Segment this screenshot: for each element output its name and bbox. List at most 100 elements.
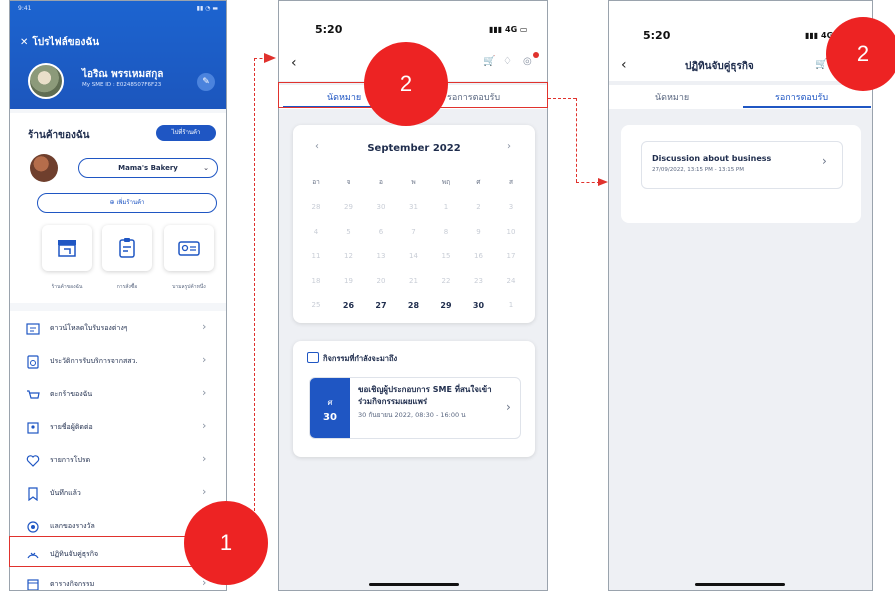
calendar-day: 14 [409, 252, 418, 260]
tab-bar: นัดหมาย รอการตอบรับ [609, 85, 872, 109]
tile-label: บามลรูปค้าหนึ่ง [172, 284, 206, 290]
calendar-day: 21 [409, 276, 418, 285]
profile-screen: 9:41 ▮▮ ◔ ▬ ✕ โปรไฟล์ของฉัน ไอริณ พรรเหมส… [9, 0, 227, 591]
connector-line [576, 98, 577, 182]
calendar-day: 16 [474, 252, 483, 260]
page-title: ✕ โปรไฟล์ของฉัน [20, 35, 99, 50]
calendar-day: 22 [441, 276, 451, 285]
my-shop-tile[interactable] [42, 225, 92, 271]
calendar-day: 1 [443, 203, 449, 211]
menu-item-contacts[interactable]: รายชื่อผู้ติดต่อ › [10, 412, 226, 445]
calendar-day[interactable]: 26 [334, 301, 364, 310]
cart-icon[interactable]: 🛒 [815, 59, 827, 70]
signal-text: 4G [505, 25, 518, 34]
calendar-day: 25 [311, 301, 321, 309]
menu-item-activity-schedule[interactable]: ตารางกิจกรรม › [10, 569, 226, 590]
menu-item-saved[interactable]: บันทึกแล้ว › [10, 478, 226, 511]
orders-tile[interactable] [102, 225, 152, 271]
calendar-day: 7 [411, 227, 416, 236]
activity-calendar-icon [27, 579, 39, 590]
reward-icon [27, 521, 39, 533]
next-month-icon[interactable]: › [507, 141, 511, 152]
event-day-short: ศ [327, 398, 333, 407]
weekday-label: อ [379, 178, 383, 186]
connector-line [254, 58, 255, 511]
chevron-right-icon: › [202, 386, 207, 399]
tab-pending[interactable]: รอการตอบรับ [775, 90, 828, 104]
user-name: ไอริณ พรรเหมสกุล [82, 69, 164, 80]
calendar-day: 6 [378, 227, 384, 236]
shop-select[interactable]: Mama's Bakery ⌄ [78, 158, 218, 178]
event-time: 30 กันยายน 2022, 08:30 - 16:00 น [358, 411, 466, 419]
weekday-label: ส [509, 178, 513, 186]
calendar-day: 4 [313, 227, 319, 236]
menu-item-service-history[interactable]: ประวัติการรับบริการจากสสว. › [10, 346, 226, 379]
chat-icon[interactable]: ◎ [523, 56, 532, 67]
cart-icon [27, 390, 40, 399]
calendar-day: 18 [311, 276, 321, 285]
menu-item-download-certificates[interactable]: ดาวน์โหลดใบรับรองต่างๆ › [10, 313, 226, 346]
event-item[interactable]: ศ 30 ขอเชิญผู้ประกอบการ SME ที่สนใจเข้าร… [309, 377, 521, 439]
page-title-text: โปรไฟล์ของฉัน [32, 37, 100, 48]
calendar-day: 11 [311, 252, 321, 260]
menu-item-cart[interactable]: ตะกร้าของฉัน › [10, 379, 226, 412]
calendar-day: 30 [376, 203, 386, 211]
shop-select-value: Mama's Bakery [118, 164, 178, 172]
calendar-day[interactable]: 30 [464, 301, 494, 310]
chevron-right-icon: › [202, 320, 207, 333]
shop-icon [58, 240, 76, 257]
menu-item-favorites[interactable]: รายการโปรด › [10, 445, 226, 478]
pending-item-title: Discussion about business [652, 154, 772, 163]
callout-1: 1 [184, 501, 268, 585]
pending-item[interactable]: Discussion about business 27/09/2022, 13… [641, 141, 843, 189]
calendar-day: 8 [443, 227, 449, 236]
shop-avatar [30, 154, 58, 182]
status-time: 5:20 [643, 29, 671, 42]
weekday-label: พฤ [441, 178, 451, 186]
avatar[interactable] [28, 63, 64, 99]
business-card-tile[interactable] [164, 225, 214, 271]
calendar-day: 12 [344, 252, 353, 260]
shop-title: ร้านค้าของฉัน [28, 130, 90, 141]
signal-indicator: ▮▮▮ 4G ▭ [489, 25, 528, 34]
arrow-right-icon [264, 53, 276, 63]
tile-label: การสั่งซื้อ [116, 284, 138, 290]
home-indicator [369, 583, 459, 586]
calendar-day: 9 [476, 227, 481, 236]
calendar-day[interactable]: 27 [366, 301, 396, 310]
add-shop-button[interactable]: ⊕ เพิ่มร้านค้า [37, 193, 217, 213]
calendar-day: 31 [409, 203, 418, 211]
calendar-day: 29 [344, 203, 353, 211]
back-icon[interactable]: ‹ [621, 57, 627, 73]
id-card-icon [178, 241, 200, 256]
calendar-day: 17 [506, 252, 516, 260]
pending-list-panel: Discussion about business 27/09/2022, 13… [621, 125, 861, 223]
calendar-day[interactable]: 28 [399, 301, 429, 310]
calendar-day: 3 [508, 203, 514, 211]
user-id: My SME ID : E0248507F6F23 [82, 82, 162, 88]
tab-appointments[interactable]: นัดหมาย [655, 90, 689, 104]
contact-icon [27, 422, 39, 434]
status-icons: ▮▮ ◔ ▬ [196, 5, 218, 12]
pending-item-time: 27/09/2022, 13:15 PM - 13:15 PM [652, 167, 744, 173]
chevron-right-icon: › [822, 154, 827, 168]
close-icon[interactable]: ✕ [20, 37, 28, 48]
connector-line [576, 182, 600, 183]
arrow-right-icon [598, 178, 608, 186]
edit-profile-button[interactable]: ✎ [197, 73, 215, 91]
tab-underline [743, 106, 871, 108]
home-indicator [695, 583, 785, 586]
weekday-label: จ [346, 178, 351, 186]
calendar-card: ‹ September 2022 › อาจอพพฤศส 28 29 30 31 1 2 3 4… [293, 125, 535, 323]
add-shop-label: เพิ่มร้านค้า [116, 199, 145, 206]
back-icon[interactable]: ‹ [291, 55, 297, 71]
event-title: ขอเชิญผู้ประกอบการ SME ที่สนใจเข้าร่วมกิ… [358, 385, 492, 406]
chevron-right-icon: › [506, 400, 511, 414]
heart-icon [26, 455, 40, 467]
bell-icon[interactable]: ♢ [503, 56, 512, 67]
menu-item-label: ประวัติการรับบริการจากสสว. [50, 357, 138, 365]
go-shop-button[interactable]: ไปที่ร้านค้า [156, 125, 216, 141]
cart-icon[interactable]: 🛒 [483, 56, 495, 67]
calendar-day[interactable]: 29 [431, 301, 461, 310]
calendar-day: 19 [344, 276, 353, 285]
